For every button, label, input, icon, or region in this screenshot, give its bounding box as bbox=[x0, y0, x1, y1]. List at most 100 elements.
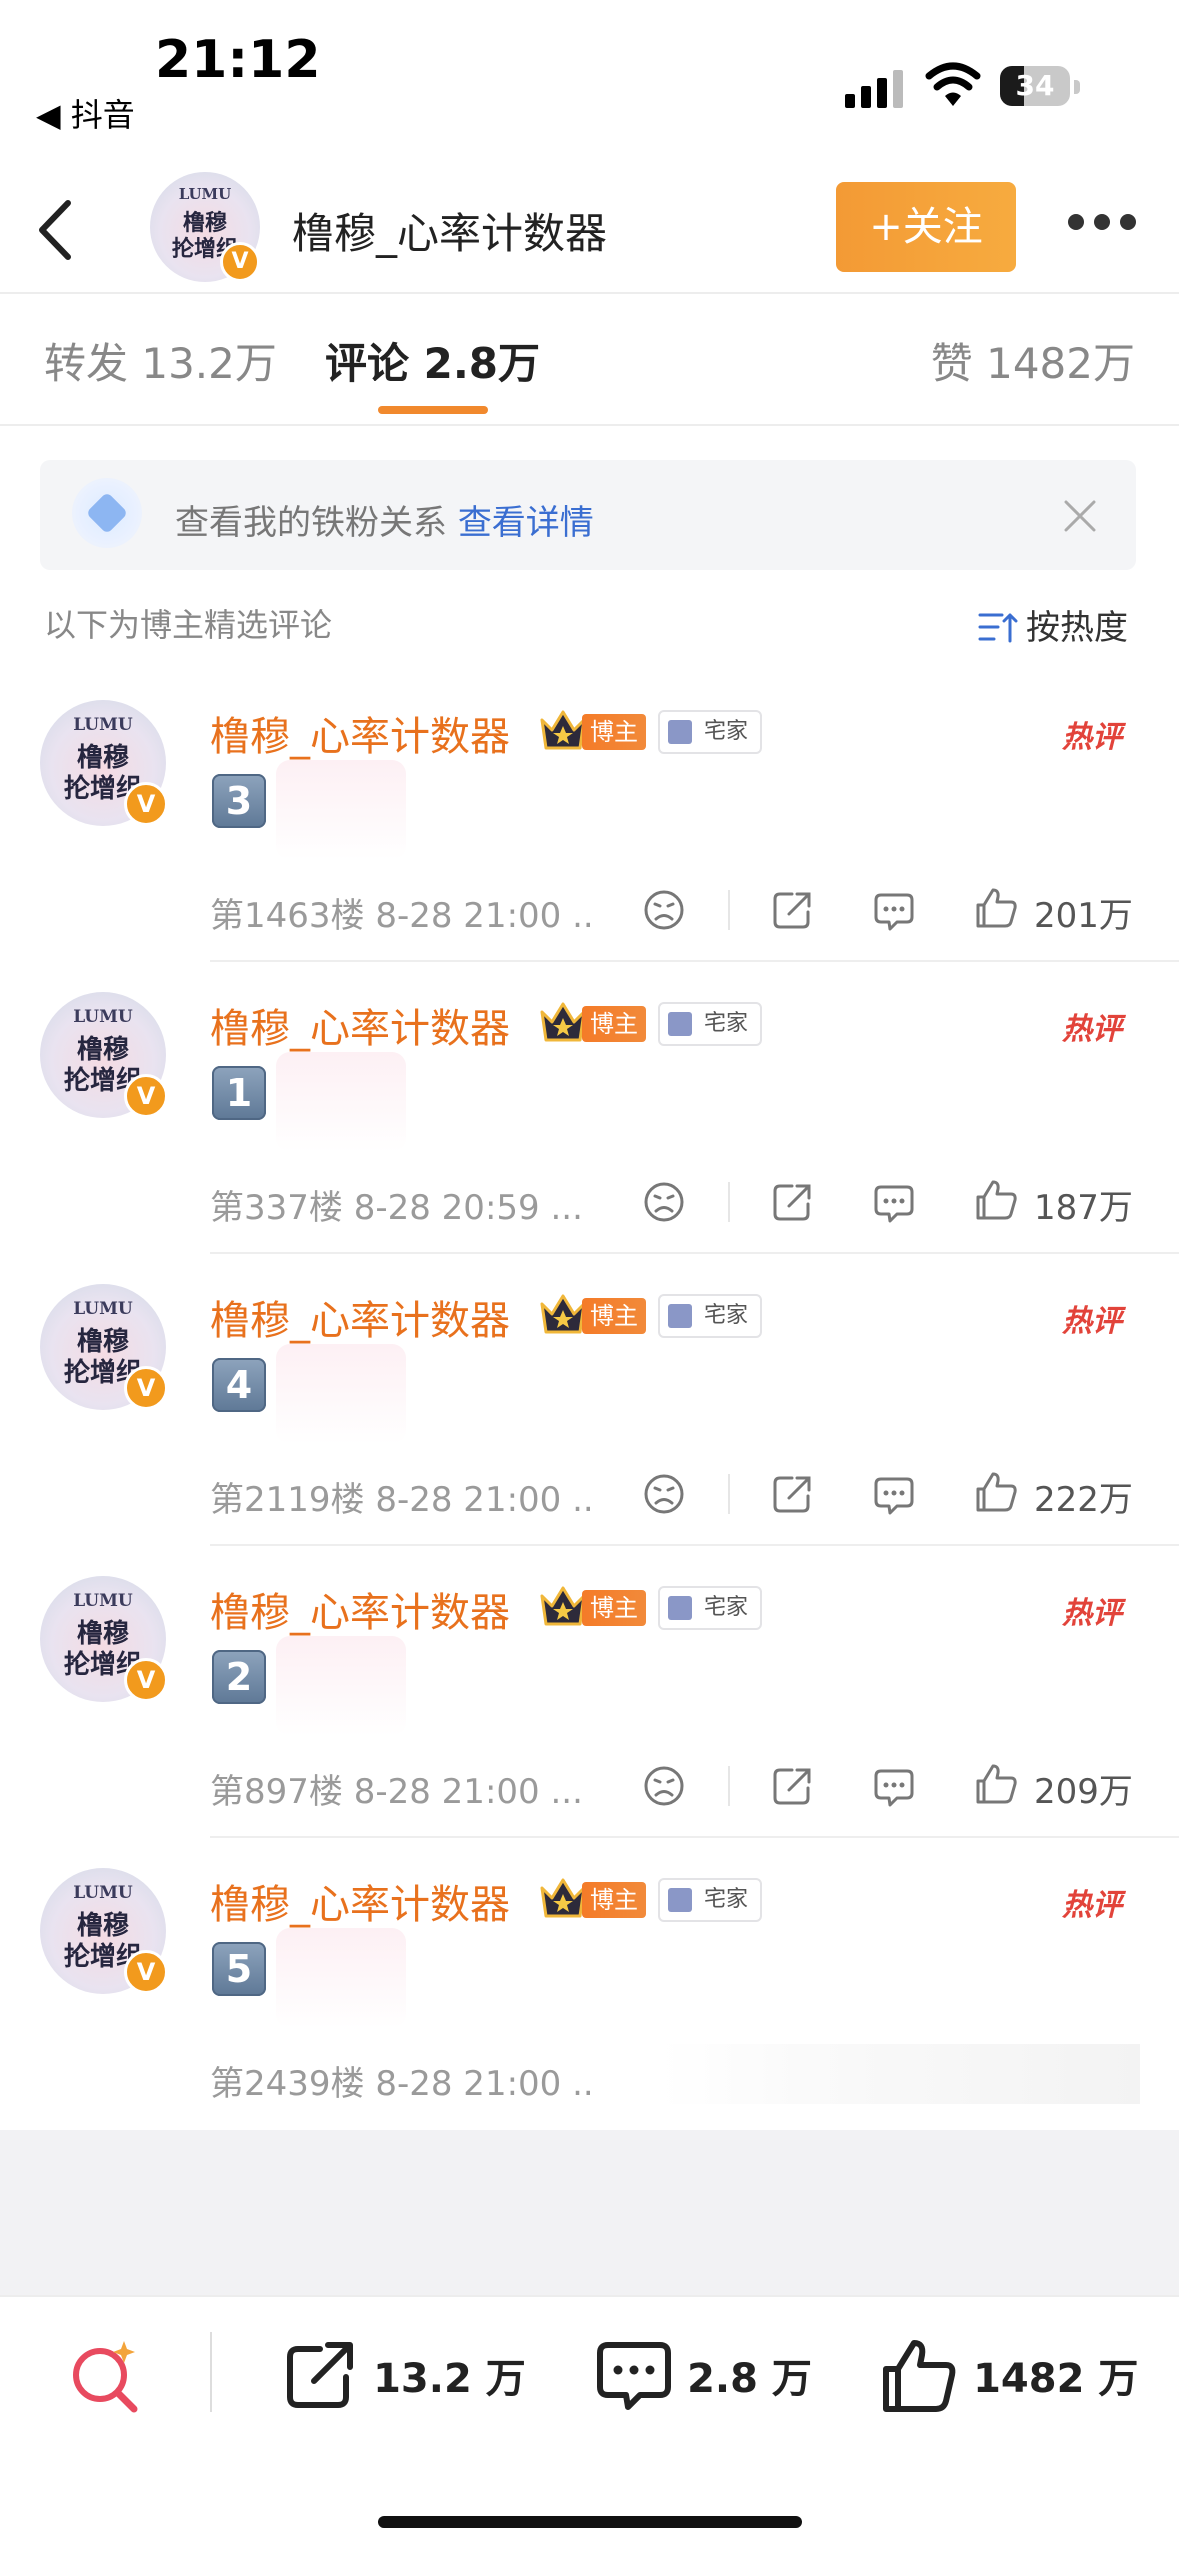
account-avatar[interactable]: LUMU 橹穆 抡增组 V bbox=[150, 172, 260, 282]
commenter-name[interactable]: 橹穆_心率计数器 bbox=[210, 704, 510, 762]
avatar-text-mid: 橹穆 bbox=[76, 1911, 129, 1942]
back-arrow-icon[interactable] bbox=[30, 195, 80, 265]
home-tag: 宅家 bbox=[658, 1002, 763, 1046]
sort-icon bbox=[978, 613, 1018, 643]
sticker-image bbox=[276, 760, 406, 860]
share-icon[interactable] bbox=[770, 1472, 814, 1516]
tab-comments[interactable]: 评论 2.8万 bbox=[325, 330, 540, 391]
commenter-avatar[interactable]: LUMU 橹穆 抡增组 V bbox=[40, 992, 168, 1118]
crown-icon bbox=[540, 710, 586, 750]
comment-divider bbox=[210, 1836, 1179, 1838]
share-icon[interactable] bbox=[770, 1180, 814, 1224]
action-separator bbox=[728, 1182, 730, 1222]
avatar-text-top: LUMU bbox=[73, 1299, 133, 1320]
avatar-text-mid: 橹穆 bbox=[76, 743, 129, 774]
home-tag: 宅家 bbox=[658, 1586, 763, 1630]
account-name[interactable]: 橹穆_心率计数器 bbox=[292, 200, 607, 261]
commenter-avatar[interactable]: LUMU 橹穆 抡增组 V bbox=[40, 1284, 168, 1410]
more-options-icon[interactable] bbox=[1068, 214, 1138, 234]
status-time: 21:12 bbox=[155, 30, 321, 90]
comment-divider bbox=[210, 1544, 1179, 1546]
verified-badge-icon: V bbox=[124, 1950, 168, 1994]
comment-divider bbox=[210, 1252, 1179, 1254]
comment-like-count: 209万 bbox=[1034, 1772, 1133, 1812]
commenter-avatar[interactable]: LUMU 橹穆 抡增组 V bbox=[40, 1576, 168, 1702]
comment-count: 2.8 万 bbox=[687, 2356, 812, 2402]
reply-icon[interactable] bbox=[872, 1180, 916, 1224]
view-details-link[interactable]: 查看详情 bbox=[458, 503, 594, 543]
cellular-signal-icon bbox=[845, 68, 905, 108]
crown-icon bbox=[540, 1586, 586, 1626]
commenter-name[interactable]: 橹穆_心率计数器 bbox=[210, 996, 510, 1054]
dislike-face-icon[interactable] bbox=[642, 1764, 686, 1808]
action-separator bbox=[728, 1766, 730, 1806]
hot-comment-badge: 热评 bbox=[1062, 1012, 1122, 1047]
close-icon[interactable] bbox=[1060, 496, 1100, 536]
comment-meta: 第1463楼 8-28 21:00 .. bbox=[210, 896, 594, 936]
sticker-image bbox=[276, 1344, 406, 1444]
banner-text: 查看我的铁粉关系 查看详情 bbox=[175, 495, 594, 544]
battery-icon: 34 bbox=[1000, 66, 1070, 106]
share-icon[interactable] bbox=[770, 1764, 814, 1808]
commenter-avatar[interactable]: LUMU 橹穆 抡增组 V bbox=[40, 1868, 168, 1994]
dislike-face-icon[interactable] bbox=[642, 1180, 686, 1224]
back-to-app-link[interactable]: ◀ 抖音 bbox=[36, 90, 135, 136]
comment-meta: 第2439楼 8-28 21:00 .. bbox=[210, 2064, 594, 2104]
blogger-tag: 博主 bbox=[582, 1882, 646, 1918]
action-separator bbox=[728, 1474, 730, 1514]
banner-label: 查看我的铁粉关系 bbox=[175, 503, 447, 543]
comment-meta: 第897楼 8-28 21:00 ... bbox=[210, 1772, 583, 1812]
sort-by-hot-button[interactable]: 按热度 bbox=[976, 600, 1128, 649]
list-footer-area bbox=[0, 2130, 1179, 2295]
thumbs-up-icon[interactable] bbox=[974, 1178, 1018, 1222]
reply-icon[interactable] bbox=[872, 1764, 916, 1808]
avatar-text-top: LUMU bbox=[73, 1007, 133, 1028]
repost-button[interactable]: 13.2 万 bbox=[280, 2335, 526, 2415]
avatar-text-top: LUMU bbox=[178, 185, 232, 204]
tab-reposts[interactable]: 转发 13.2万 bbox=[44, 330, 277, 391]
share-icon[interactable] bbox=[770, 888, 814, 932]
home-tag: 宅家 bbox=[658, 710, 763, 754]
thumbs-up-icon[interactable] bbox=[974, 1762, 1018, 1806]
avatar-text-mid: 橹穆 bbox=[76, 1035, 129, 1066]
blogger-tag: 博主 bbox=[582, 714, 646, 750]
dislike-face-icon[interactable] bbox=[642, 888, 686, 932]
dislike-face-icon[interactable] bbox=[642, 1472, 686, 1516]
comment-divider bbox=[210, 960, 1179, 962]
avatar-text-top: LUMU bbox=[73, 715, 133, 736]
follow-button[interactable]: +关注 bbox=[836, 182, 1016, 272]
commenter-name[interactable]: 橹穆_心率计数器 bbox=[210, 1580, 510, 1638]
selected-comments-tip: 以下为博主精选评论 bbox=[44, 606, 333, 644]
blogger-tag: 博主 bbox=[582, 1590, 646, 1626]
thumbs-up-icon[interactable] bbox=[974, 1470, 1018, 1514]
verified-badge-icon: V bbox=[124, 782, 168, 826]
like-count: 1482 万 bbox=[973, 2356, 1139, 2402]
tab-likes[interactable]: 赞 1482万 bbox=[931, 330, 1135, 391]
sticker-image bbox=[276, 1052, 406, 1152]
like-button[interactable]: 1482 万 bbox=[880, 2335, 1138, 2415]
verified-badge-icon: V bbox=[124, 1074, 168, 1118]
avatar-text-mid: 橹穆 bbox=[76, 1327, 129, 1358]
blogger-tag: 博主 bbox=[582, 1006, 646, 1042]
verified-badge-icon: V bbox=[124, 1366, 168, 1410]
number-emoji: 1 bbox=[212, 1066, 266, 1120]
number-emoji: 5 bbox=[212, 1942, 266, 1996]
reply-icon[interactable] bbox=[872, 888, 916, 932]
commenter-name[interactable]: 橹穆_心率计数器 bbox=[210, 1288, 510, 1346]
thumbs-up-icon[interactable] bbox=[974, 886, 1018, 930]
commenter-name[interactable]: 橹穆_心率计数器 bbox=[210, 1872, 510, 1930]
comment-button[interactable]: 2.8 万 bbox=[594, 2335, 812, 2415]
avatar-text-mid: 橹穆 bbox=[182, 210, 227, 236]
wifi-icon bbox=[925, 62, 981, 106]
bottom-bar-separator bbox=[210, 2332, 212, 2412]
reply-icon[interactable] bbox=[872, 1472, 916, 1516]
home-indicator[interactable] bbox=[378, 2516, 802, 2528]
hot-comment-badge: 热评 bbox=[1062, 720, 1122, 755]
search-ai-icon[interactable] bbox=[66, 2335, 146, 2415]
repost-icon bbox=[287, 2342, 353, 2408]
home-tag: 宅家 bbox=[658, 1294, 763, 1338]
number-emoji: 4 bbox=[212, 1358, 266, 1412]
commenter-avatar[interactable]: LUMU 橹穆 抡增组 V bbox=[40, 700, 168, 826]
avatar-text-top: LUMU bbox=[73, 1883, 133, 1904]
repost-count: 13.2 万 bbox=[373, 2356, 526, 2402]
